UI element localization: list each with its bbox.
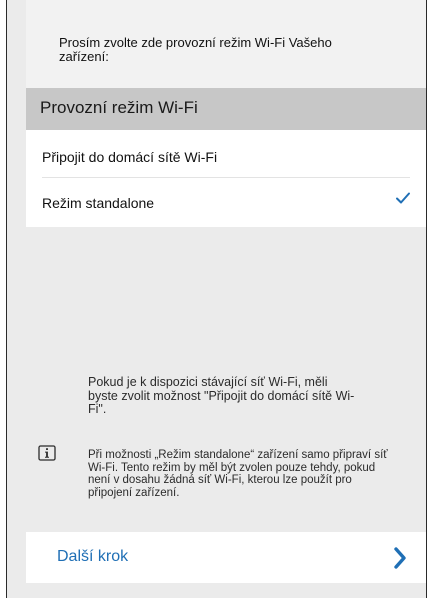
option-label: Režim standalone xyxy=(42,195,155,211)
option-standalone[interactable]: Režim standalone xyxy=(26,178,426,226)
info-icon xyxy=(38,445,56,461)
option-home-wifi[interactable]: Připojit do domácí sítě Wi-Fi xyxy=(26,130,426,178)
next-step-label: Další krok xyxy=(57,548,129,565)
wifi-mode-options: Připojit do domácí sítě Wi-Fi Režim stan… xyxy=(26,130,426,227)
info-paragraph: Při možnosti „Režim standalone“ zařízení… xyxy=(88,449,388,499)
checkmark-icon xyxy=(396,192,410,204)
info-block: Pokud je k dispozici stávající síť Wi-Fi… xyxy=(26,227,426,532)
next-step-button[interactable]: Další krok xyxy=(26,532,426,583)
app-screen: Prosím zvolte zde provozní režim Wi-Fi V… xyxy=(6,0,427,598)
option-label: Připojit do domácí sítě Wi-Fi xyxy=(42,149,218,165)
section-header: Provozní režim Wi-Fi xyxy=(26,88,426,130)
info-paragraph: Pokud je k dispozici stávající síť Wi-Fi… xyxy=(88,375,355,416)
chevron-right-icon xyxy=(394,547,406,569)
section-title: Provozní režim Wi-Fi xyxy=(40,98,198,117)
intro-text: Prosím zvolte zde provozní režim Wi-Fi V… xyxy=(59,35,332,64)
intro-panel: Prosím zvolte zde provozní režim Wi-Fi V… xyxy=(26,0,426,91)
